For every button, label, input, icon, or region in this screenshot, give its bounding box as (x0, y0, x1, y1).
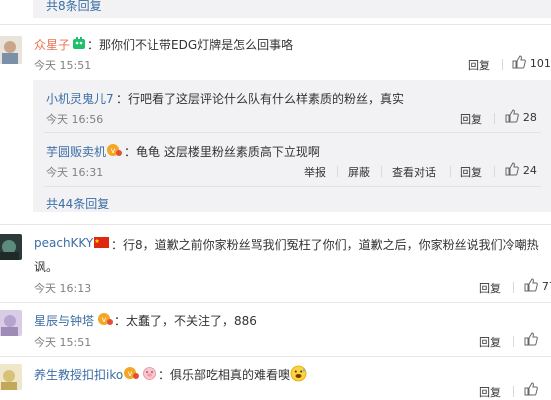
thumbs-up-icon (512, 55, 526, 69)
vip-badge-icon: v (106, 143, 123, 160)
avatar[interactable] (0, 364, 22, 390)
comment-text: ：行8，道歉之前你家粉丝骂我们冤枉了你们，道歉之后，你家粉丝说我们冷嘲热 (111, 238, 539, 252)
sub-reply-area-top (33, 0, 551, 18)
divider (0, 302, 551, 303)
sub-reply-username[interactable]: 小机灵鬼儿7 (46, 90, 114, 107)
divider (450, 166, 451, 177)
like-button[interactable]: 28 (505, 109, 537, 124)
report-button[interactable]: 举报 (304, 164, 326, 180)
reply-button[interactable]: 回复 (468, 57, 490, 73)
vip-badge-icon: v (97, 312, 114, 329)
sub-reply-text: ：行吧看了这层评论什么队有什么样素质的粉丝，真实 (116, 92, 405, 106)
like-count: 24 (522, 164, 537, 177)
comment-text: 讽。 (34, 260, 59, 274)
avatar[interactable] (0, 36, 22, 64)
comment-username[interactable]: 养生教授扣扣iko (34, 366, 123, 383)
thumbs-up-icon (524, 382, 538, 396)
svg-text:v: v (102, 315, 107, 324)
reply-button[interactable]: 回复 (479, 334, 501, 350)
divider (494, 113, 495, 124)
comment-username[interactable]: 星辰与钟塔 (34, 312, 94, 329)
sub-reply-timestamp: 今天 16:31 (46, 166, 104, 179)
sub-reply-text: ：龟龟 这层楼里粉丝素质高下立现啊 (124, 145, 320, 159)
view-dialog-button[interactable]: 查看对话 (392, 164, 436, 180)
comment-text: ：俱乐部吃相真的难看噢 (158, 368, 291, 382)
divider (494, 166, 495, 177)
comment-timestamp: 今天 16:13 (34, 282, 92, 295)
thumbs-up-icon (524, 332, 538, 346)
reply-button[interactable]: 回复 (479, 384, 501, 400)
like-button[interactable]: 101 (512, 55, 551, 70)
like-button[interactable] (524, 382, 538, 397)
comment-username[interactable]: 众星子 (34, 36, 70, 53)
like-count: 101 (529, 57, 551, 70)
divider (0, 356, 551, 357)
thumbs-up-icon (505, 109, 519, 123)
reply-button[interactable]: 回复 (479, 280, 501, 296)
thumbs-up-icon (524, 278, 538, 292)
avatar[interactable] (0, 234, 22, 260)
comment-timestamp: 今天 15:51 (34, 336, 92, 349)
block-button[interactable]: 屏蔽 (348, 164, 370, 180)
like-button[interactable] (524, 332, 538, 347)
more-replies-link[interactable]: 共44条回复 (46, 195, 109, 212)
vip-badge-icon (72, 37, 86, 53)
avatar[interactable] (0, 310, 22, 336)
sub-reply-timestamp: 今天 16:56 (46, 113, 104, 126)
like-button[interactable]: 24 (505, 162, 537, 177)
reply-button[interactable]: 回复 (460, 164, 482, 180)
divider (44, 186, 541, 187)
divider (0, 24, 551, 25)
divider (337, 166, 338, 177)
like-count: 28 (522, 111, 537, 124)
divider (0, 224, 551, 225)
divider (513, 282, 514, 293)
thumbs-up-icon (505, 162, 519, 176)
like-button[interactable]: 77 (524, 278, 551, 293)
vip-badge-icon: v (123, 366, 140, 383)
sub-reply-username[interactable]: 芋圆贩卖机 (46, 143, 106, 160)
china-flag-icon (94, 237, 109, 251)
comment-username[interactable]: peachKKY (34, 236, 93, 250)
pig-emoji-icon (142, 366, 157, 383)
comment-timestamp: 今天 15:51 (34, 59, 92, 72)
divider (44, 132, 541, 133)
divider (502, 59, 503, 70)
divider (513, 336, 514, 347)
comment-text: ：太蠢了，不关注了，886 (114, 314, 257, 328)
svg-text:v: v (111, 146, 116, 155)
like-count: 77 (541, 280, 551, 293)
divider (381, 166, 382, 177)
sweat-smile-emoji-icon (290, 365, 307, 385)
reply-button[interactable]: 回复 (460, 111, 482, 127)
more-replies-link-top[interactable]: 共8条回复 (46, 0, 102, 14)
svg-text:v: v (128, 369, 133, 378)
comment-text: ：那你们不让带EDG灯牌是怎么回事咯 (87, 38, 294, 52)
